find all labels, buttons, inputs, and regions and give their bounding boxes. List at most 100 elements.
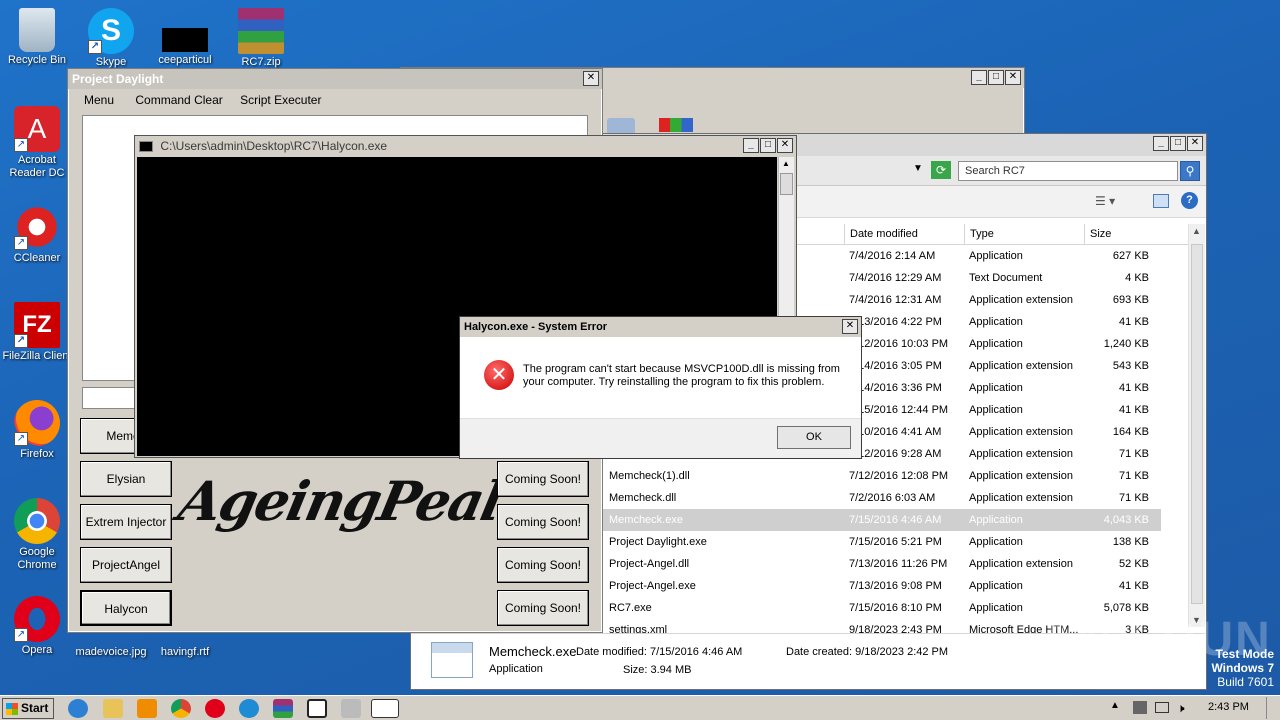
help-icon[interactable]: ? bbox=[1181, 192, 1198, 209]
minimize-button[interactable]: _ bbox=[971, 70, 987, 85]
coming-soon-button-2[interactable]: Coming Soon! bbox=[497, 504, 589, 540]
maximize-button[interactable]: □ bbox=[760, 138, 776, 153]
refresh-icon[interactable]: ⟳ bbox=[931, 161, 951, 179]
menu-item-command-clear[interactable]: Command Clear bbox=[135, 93, 222, 107]
coming-soon-button-3[interactable]: Coming Soon! bbox=[497, 547, 589, 583]
coming-soon-button-1[interactable]: Coming Soon! bbox=[497, 461, 589, 497]
active-window-icon[interactable] bbox=[371, 699, 399, 718]
network-icon[interactable] bbox=[1133, 701, 1147, 714]
minimize-button[interactable]: _ bbox=[743, 138, 759, 153]
desktop-icon-label: ceeparticul bbox=[158, 54, 212, 66]
minimize-button[interactable]: _ bbox=[1153, 136, 1169, 151]
extrem-injector-button[interactable]: Extrem Injector bbox=[80, 504, 172, 540]
desktop-icon-chrome[interactable]: Google Chrome bbox=[0, 498, 74, 572]
file-row[interactable]: Project-Angel.exe 7/13/2016 9:08 PM Applic… bbox=[601, 575, 1161, 597]
file-date-modified: 7/13/2016 11:26 PM bbox=[849, 558, 948, 570]
file-date-modified: 7/4/2016 12:29 AM bbox=[849, 272, 942, 284]
desktop-icon-acrobat[interactable]: A ↗ Acrobat Reader DC bbox=[0, 106, 74, 180]
desktop-icon-label: Opera bbox=[21, 644, 53, 656]
desktop-icon-opera[interactable]: ↗ Opera bbox=[0, 596, 74, 657]
file-date-modified: 7/4/2016 12:31 AM bbox=[849, 294, 942, 306]
ok-button[interactable]: OK bbox=[777, 426, 851, 449]
file-name: Project-Angel.dll bbox=[609, 558, 690, 570]
desktop-icon-ccleaner[interactable]: ↗ CCleaner bbox=[0, 204, 74, 265]
elysian-button[interactable]: Elysian bbox=[80, 461, 172, 497]
command-input[interactable] bbox=[82, 387, 142, 409]
shortcut-arrow-icon: ↗ bbox=[14, 628, 28, 642]
column-date-modified[interactable]: Date modified bbox=[844, 224, 964, 245]
column-type[interactable]: Type bbox=[964, 224, 1084, 245]
desktop-icon-ceeparticul[interactable]: ceeparticul bbox=[148, 8, 222, 67]
desktop-icon-label: Recycle Bin bbox=[7, 54, 67, 66]
volume-icon[interactable]: 🕨 bbox=[1177, 701, 1185, 716]
scroll-thumb[interactable] bbox=[780, 173, 793, 195]
file-date-modified: 7/10/2016 4:41 AM bbox=[849, 426, 942, 438]
file-row[interactable]: Memcheck.dll 7/2/2016 6:03 AM Application … bbox=[601, 487, 1161, 509]
details-date-modified: Date modified: 7/15/2016 4:46 AM bbox=[576, 646, 743, 658]
view-options-icon[interactable]: ☰ ▾ bbox=[1095, 194, 1115, 208]
vertical-scrollbar[interactable]: ▲ ▼ bbox=[1188, 224, 1205, 627]
file-type: Application bbox=[969, 316, 1023, 328]
search-input[interactable]: Search RC7 bbox=[958, 161, 1178, 181]
desktop-icon-rc7-zip[interactable]: RC7.zip bbox=[224, 8, 298, 69]
close-button[interactable]: ✕ bbox=[842, 319, 858, 334]
tools-icon[interactable] bbox=[341, 699, 361, 718]
file-row[interactable]: Memcheck.exe 7/15/2016 4:46 AM Application… bbox=[601, 509, 1161, 531]
start-label: Start bbox=[21, 701, 49, 715]
menu-item-script-executer[interactable]: Script Executer bbox=[240, 93, 321, 107]
file-row[interactable]: Project-Angel.dll 7/13/2016 11:26 PM Appli… bbox=[601, 553, 1161, 575]
file-date-modified: 7/12/2016 12:08 PM bbox=[849, 470, 949, 482]
desktop-icon-recycle-bin[interactable]: Recycle Bin bbox=[0, 8, 74, 67]
file-name: RC7.exe bbox=[609, 602, 652, 614]
chrome-icon bbox=[14, 498, 60, 544]
winrar-icon[interactable] bbox=[273, 699, 293, 718]
file-date-modified: 7/15/2016 5:21 PM bbox=[849, 536, 942, 548]
scroll-up-icon[interactable]: ▲ bbox=[1192, 226, 1201, 236]
scroll-thumb[interactable] bbox=[1191, 244, 1203, 604]
menu-item-menu[interactable]: Menu bbox=[84, 93, 114, 107]
file-date-modified: 7/15/2016 12:44 PM bbox=[849, 404, 949, 416]
maximize-button[interactable]: □ bbox=[1170, 136, 1186, 151]
desktop-icon-firefox[interactable]: ↗ Firefox bbox=[0, 400, 74, 461]
window-title: Project Daylight bbox=[72, 72, 164, 86]
start-button[interactable]: Start bbox=[2, 698, 54, 719]
tray-chevron-icon[interactable]: ▲ bbox=[1110, 700, 1120, 711]
console-taskbar-icon[interactable] bbox=[307, 699, 327, 718]
file-type: Application extension bbox=[969, 492, 1073, 504]
clock[interactable]: 2:43 PM bbox=[1208, 701, 1249, 713]
search-icon[interactable]: ⚲ bbox=[1180, 161, 1200, 181]
close-button[interactable]: ✕ bbox=[1005, 70, 1021, 85]
file-size: 1,240 KB bbox=[1103, 338, 1149, 350]
file-row[interactable]: Project Daylight.exe 7/15/2016 5:21 PM App… bbox=[601, 531, 1161, 553]
close-button[interactable]: ✕ bbox=[583, 71, 599, 86]
file-row[interactable]: Memcheck(1).dll 7/12/2016 12:08 PM Applica… bbox=[601, 465, 1161, 487]
file-type: Application bbox=[969, 514, 1023, 526]
scroll-up-icon[interactable]: ▲ bbox=[782, 159, 790, 168]
file-date-modified: 7/13/2016 9:08 PM bbox=[849, 580, 942, 592]
maximize-button[interactable]: □ bbox=[988, 70, 1004, 85]
desktop-icon-filezilla[interactable]: FZ ↗ FileZilla Client bbox=[0, 302, 74, 363]
close-button[interactable]: ✕ bbox=[1187, 136, 1203, 151]
halycon-button[interactable]: Halycon bbox=[80, 590, 172, 626]
coming-soon-button-4[interactable]: Coming Soon! bbox=[497, 590, 589, 626]
battery-icon[interactable] bbox=[1155, 702, 1169, 713]
opera-icon[interactable] bbox=[205, 699, 225, 718]
file-explorer-icon[interactable] bbox=[103, 699, 123, 718]
desktop-icon-skype[interactable]: S ↗ Skype bbox=[74, 8, 148, 69]
show-desktop-button[interactable] bbox=[1266, 697, 1278, 719]
shortcut-arrow-icon: ↗ bbox=[14, 236, 28, 250]
column-size[interactable]: Size bbox=[1084, 224, 1184, 245]
edge-icon[interactable] bbox=[239, 699, 259, 718]
dropdown-icon[interactable]: ▼ bbox=[913, 163, 923, 174]
system-error-dialog[interactable]: Halycon.exe - System Error ✕ ✕ The progr… bbox=[459, 316, 862, 459]
chrome-icon[interactable] bbox=[171, 699, 191, 718]
desktop-icon-label: CCleaner bbox=[13, 252, 61, 264]
file-size: 4,043 KB bbox=[1103, 514, 1149, 526]
internet-explorer-icon[interactable] bbox=[68, 699, 88, 718]
preview-pane-icon[interactable] bbox=[1153, 194, 1169, 208]
desktop-icon-label: havingf.rtf bbox=[160, 646, 210, 658]
media-player-icon[interactable] bbox=[137, 699, 157, 718]
close-button[interactable]: ✕ bbox=[777, 138, 793, 153]
toolbar-icon bbox=[659, 118, 693, 132]
projectangel-button[interactable]: ProjectAngel bbox=[80, 547, 172, 583]
